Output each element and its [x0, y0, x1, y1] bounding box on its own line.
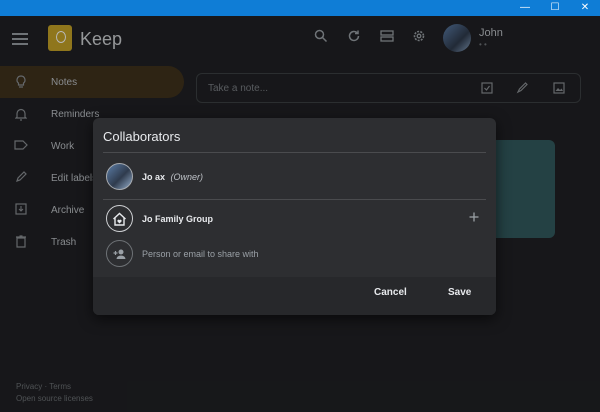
minimize-button[interactable]: —	[510, 0, 540, 16]
cancel-button[interactable]: Cancel	[374, 287, 407, 298]
add-icon[interactable]	[468, 212, 480, 224]
family-group-name: Jo Family Group	[142, 213, 214, 224]
add-person-icon	[106, 240, 133, 267]
window-titlebar: — ☐ ✕	[0, 0, 600, 16]
collaborators-dialog: Collaborators Jo ax (Owner) Jo Family Gr…	[93, 118, 496, 315]
owner-role: (Owner)	[170, 171, 204, 182]
owner-row: Jo ax (Owner)	[106, 163, 203, 190]
owner-avatar	[106, 163, 133, 190]
close-window-button[interactable]: ✕	[570, 0, 600, 16]
owner-name-text: Jo ax	[142, 171, 166, 182]
save-button[interactable]: Save	[448, 287, 471, 298]
invite-input[interactable]	[142, 248, 362, 259]
divider	[103, 152, 486, 153]
family-group-row: Jo Family Group	[106, 205, 213, 232]
family-group-icon	[106, 205, 133, 232]
invite-row	[106, 240, 362, 267]
owner-name: Jo ax (Owner)	[142, 172, 203, 182]
dialog-title: Collaborators	[103, 129, 181, 144]
divider	[103, 199, 486, 200]
maximize-button[interactable]: ☐	[540, 0, 570, 16]
dialog-footer: Cancel Save	[93, 277, 496, 315]
